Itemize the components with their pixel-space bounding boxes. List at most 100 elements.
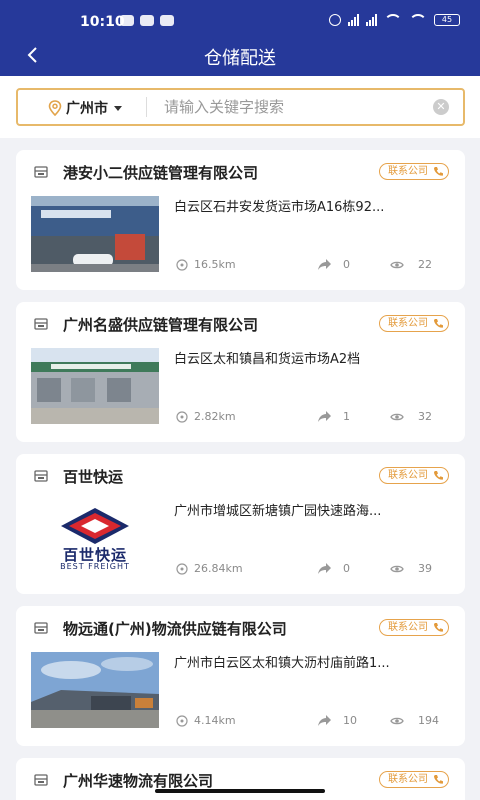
share-count[interactable]: 0 (318, 562, 350, 575)
share-icon (318, 259, 331, 270)
distance: 16.5km (176, 258, 236, 271)
store-icon (34, 318, 48, 330)
city-label: 广州市 (66, 101, 108, 117)
search-box: 广州市 ✕ (16, 88, 465, 126)
distance: 4.14km (176, 714, 236, 727)
phone-icon (434, 775, 443, 784)
signal-icon (348, 14, 359, 26)
message-icon (140, 15, 154, 26)
contact-label: 联系公司 (388, 166, 428, 177)
company-card[interactable]: 港安小二供应链管理有限公司 联系公司 白云区石井安发货运市场A16栋92... … (16, 150, 465, 290)
company-address: 白云区太和镇昌和货运市场A2档 (174, 352, 361, 367)
city-selector[interactable]: 广州市 (48, 98, 122, 118)
status-time: 10:10 (80, 14, 125, 30)
view-value: 32 (418, 410, 432, 423)
share-value: 0 (343, 258, 350, 271)
location-target-icon (176, 714, 188, 727)
contact-label: 联系公司 (388, 318, 428, 329)
distance-value: 4.14km (194, 714, 236, 727)
location-target-icon (176, 410, 188, 423)
contact-button[interactable]: 联系公司 (379, 163, 449, 180)
notification-icons (120, 15, 174, 26)
home-indicator[interactable] (155, 789, 325, 793)
location-target-icon (176, 258, 188, 271)
eye-icon (390, 261, 404, 268)
back-arrow-icon[interactable] (20, 42, 46, 68)
phone-icon (434, 167, 443, 176)
wifi-icon (384, 14, 402, 26)
company-name: 广州华速物流有限公司 (63, 772, 214, 790)
company-card[interactable]: 百世快运 联系公司 百世快运 BEST FREIGHT 广州市增城区新塘镇广园快… (16, 454, 465, 594)
share-value: 0 (343, 562, 350, 575)
store-icon (34, 470, 48, 482)
clear-icon[interactable]: ✕ (433, 99, 449, 115)
app-header: 10:10 45 仓储配送 (0, 0, 480, 76)
eye-icon (390, 565, 404, 572)
best-logo-mark (61, 508, 129, 544)
view-value: 22 (418, 258, 432, 271)
status-bar: 10:10 45 (0, 0, 480, 36)
contact-button[interactable]: 联系公司 (379, 771, 449, 788)
company-name: 百世快运 (63, 468, 124, 486)
phone-icon (434, 319, 443, 328)
distance-value: 2.82km (194, 410, 236, 423)
caret-down-icon (114, 105, 122, 111)
search-bar: 广州市 ✕ (0, 76, 480, 138)
company-logo: 百世快运 BEST FREIGHT (31, 500, 159, 576)
card-header: 物远通(广州)物流供应链有限公司 联系公司 (16, 606, 465, 650)
company-card[interactable]: 物远通(广州)物流供应链有限公司 联系公司 广州市白云区太和镇大沥村庙前路1..… (16, 606, 465, 746)
warehouse-photo (31, 652, 159, 728)
company-card[interactable]: 广州名盛供应链管理有限公司 联系公司 白云区太和镇昌和货运市场A2档 2.82k… (16, 302, 465, 442)
system-icons: 45 (329, 14, 460, 26)
distance: 26.84km (176, 562, 243, 575)
battery-icon: 45 (434, 14, 460, 26)
eye-icon (390, 717, 404, 724)
view-value: 194 (418, 714, 439, 727)
contact-label: 联系公司 (388, 470, 428, 481)
chat-icon (160, 15, 174, 26)
contact-button[interactable]: 联系公司 (379, 619, 449, 636)
contact-button[interactable]: 联系公司 (379, 467, 449, 484)
eye-icon (390, 413, 404, 420)
warehouse-photo (31, 348, 159, 424)
share-icon (318, 563, 331, 574)
share-count[interactable]: 1 (318, 410, 350, 423)
store-icon (34, 774, 48, 786)
view-count: 32 (390, 410, 432, 423)
card-header: 广州名盛供应链管理有限公司 联系公司 (16, 302, 465, 346)
company-card[interactable]: 广州华速物流有限公司 联系公司 (16, 758, 465, 800)
warehouse-photo (31, 196, 159, 272)
share-icon (318, 715, 331, 726)
wifi-icon (409, 14, 427, 26)
alarm-icon (329, 14, 341, 26)
share-count[interactable]: 10 (318, 714, 357, 727)
divider (146, 97, 147, 117)
share-count[interactable]: 0 (318, 258, 350, 271)
location-target-icon (176, 562, 188, 575)
store-icon (34, 166, 48, 178)
phone-icon (434, 623, 443, 632)
location-pin-icon (48, 100, 62, 116)
phone-icon (434, 471, 443, 480)
contact-button[interactable]: 联系公司 (379, 315, 449, 332)
view-count: 39 (390, 562, 432, 575)
view-count: 194 (390, 714, 439, 727)
distance-value: 26.84km (194, 562, 243, 575)
company-address: 广州市白云区太和镇大沥村庙前路1... (174, 656, 390, 671)
share-icon (318, 411, 331, 422)
distance-value: 16.5km (194, 258, 236, 271)
page-title: 仓储配送 (204, 48, 276, 69)
share-value: 1 (343, 410, 350, 423)
view-value: 39 (418, 562, 432, 575)
share-value: 10 (343, 714, 357, 727)
card-header: 广州华速物流有限公司 联系公司 (16, 758, 465, 800)
card-header: 港安小二供应链管理有限公司 联系公司 (16, 150, 465, 194)
view-count: 22 (390, 258, 432, 271)
card-header: 百世快运 联系公司 (16, 454, 465, 498)
distance: 2.82km (176, 410, 236, 423)
company-address: 广州市增城区新塘镇广园快速路海... (174, 504, 382, 519)
contact-label: 联系公司 (388, 622, 428, 633)
logo-english-text: BEST FREIGHT (60, 562, 130, 571)
search-input[interactable] (164, 94, 424, 120)
company-name: 物远通(广州)物流供应链有限公司 (63, 620, 287, 638)
